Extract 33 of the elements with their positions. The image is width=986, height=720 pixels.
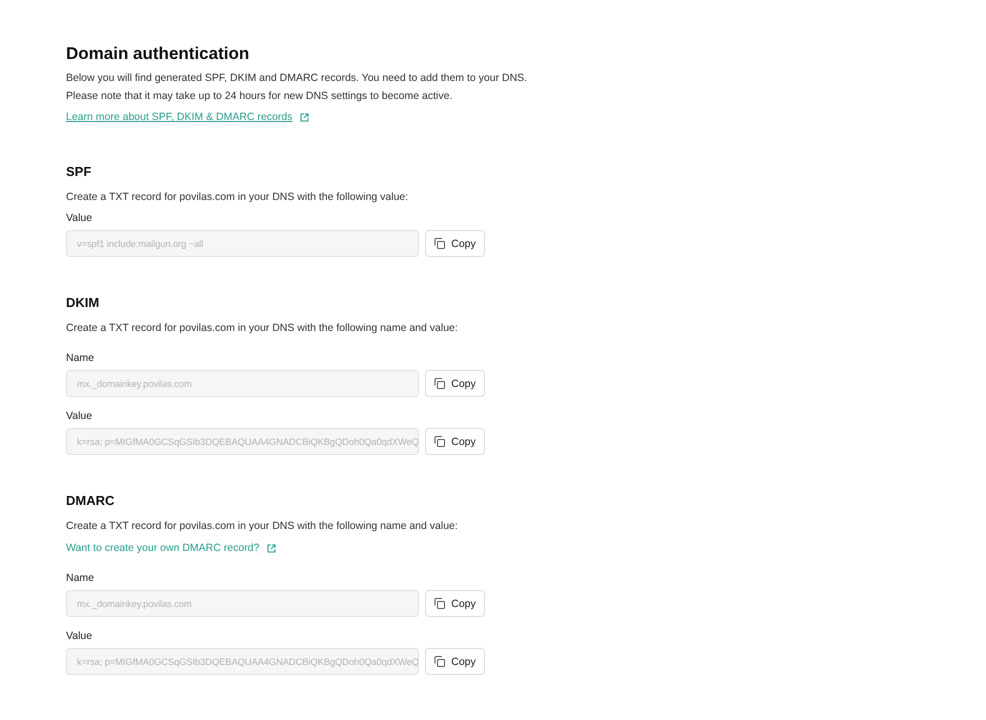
copy-button[interactable]: Copy xyxy=(425,230,485,257)
intro-text: Below you will find generated SPF, DKIM and DMARC records. You need to add them to your DNS. xyxy=(66,71,528,86)
section-title: SPF xyxy=(66,164,92,180)
external-link-icon xyxy=(267,544,276,552)
value-field[interactable]: mx._domainkey.povilas.com xyxy=(66,590,419,617)
page-title: Domain authentication xyxy=(66,43,250,65)
value-field[interactable]: k=rsa; p=MIGfMA0GCSqGSIb3DQEBAQUAA4GNADCBiQKBgQDoh0Qa0qdXWeQ xyxy=(66,428,419,455)
value-field[interactable]: mx._domainkey.povilas.com xyxy=(66,370,419,397)
copy-button[interactable]: Copy xyxy=(425,648,485,675)
section-title: DKIM xyxy=(66,295,100,311)
section-description: Create a TXT record for povilas.com in your DNS with the following name and value: xyxy=(66,519,459,534)
field-label: Value xyxy=(66,211,94,226)
value-field[interactable]: v=spf1 include:mailgun.org ~all xyxy=(66,230,419,257)
dmarc-link[interactable]: Want to create your own DMARC record? xyxy=(66,539,260,557)
copy-icon xyxy=(434,238,446,249)
copy-icon xyxy=(434,436,446,447)
field-label: Value xyxy=(66,409,94,424)
intro-text: Please note that it may take up to 24 hours for new DNS settings to become active. xyxy=(66,89,454,104)
learn-more-link[interactable]: Learn more about SPF, DKIM & DMARC records xyxy=(66,108,292,126)
section-description: Create a TXT record for povilas.com in your DNS with the following value: xyxy=(66,190,410,205)
section-description: Create a TXT record for povilas.com in your DNS with the following name and value: xyxy=(66,321,459,336)
copy-icon xyxy=(434,598,446,609)
field-label: Name xyxy=(66,571,96,586)
copy-button[interactable]: Copy xyxy=(425,370,485,397)
field-label: Value xyxy=(66,629,94,644)
copy-button[interactable]: Copy xyxy=(425,428,485,455)
value-field[interactable]: k=rsa; p=MIGfMA0GCSqGSIb3DQEBAQUAA4GNADCBiQKBgQDoh0Qa0qdXWeQ xyxy=(66,648,419,675)
copy-button[interactable]: Copy xyxy=(425,590,485,617)
section-title: DMARC xyxy=(66,493,116,509)
field-label: Name xyxy=(66,351,96,366)
copy-icon xyxy=(434,378,446,389)
copy-icon xyxy=(434,656,446,667)
external-link-icon xyxy=(300,112,310,122)
